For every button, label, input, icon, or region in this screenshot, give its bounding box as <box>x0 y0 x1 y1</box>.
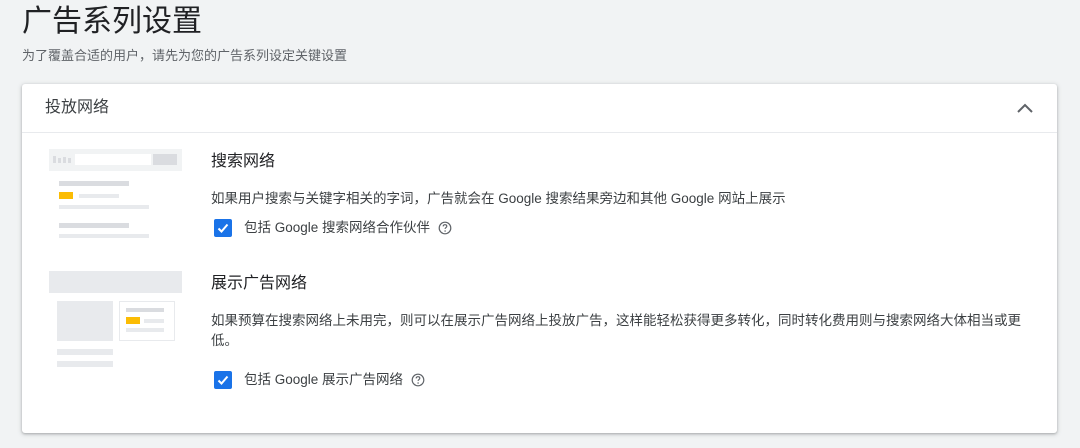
checkmark-icon <box>217 223 229 233</box>
networks-card: 投放网络 搜索网络 如果用户搜索与关键字相关的字词，广告就会在 Google 搜… <box>22 84 1057 433</box>
display-network-title: 展示广告网络 <box>211 275 308 292</box>
page-title: 广告系列设置 <box>22 5 202 38</box>
search-network-title: 搜索网络 <box>211 153 276 170</box>
card-header-title: 投放网络 <box>45 99 110 116</box>
search-partners-option[interactable]: 包括 Google 搜索网络合作伙伴 <box>214 217 452 239</box>
display-network-section: 展示广告网络 如果预算在搜索网络上未用完，则可以在展示广告网络上投放广告，这样能… <box>22 260 1057 433</box>
campaign-settings-page: 广告系列设置 为了覆盖合适的用户，请先为您的广告系列设定关键设置 投放网络 搜索… <box>0 0 1080 448</box>
display-network-illustration <box>49 271 182 377</box>
display-network-label: 包括 Google 展示广告网络 <box>244 372 404 387</box>
chevron-up-icon <box>1017 103 1033 113</box>
display-network-checkbox[interactable] <box>214 371 232 389</box>
search-partners-checkbox[interactable] <box>214 219 232 237</box>
collapse-button[interactable] <box>1011 94 1039 122</box>
help-icon[interactable] <box>438 221 452 235</box>
checkmark-icon <box>217 375 229 385</box>
search-network-description: 如果用户搜索与关键字相关的字词，广告就会在 Google 搜索结果旁边和其他 G… <box>211 191 786 206</box>
search-network-illustration <box>49 149 182 255</box>
page-subtitle: 为了覆盖合适的用户，请先为您的广告系列设定关键设置 <box>22 48 348 63</box>
help-icon[interactable] <box>411 373 425 387</box>
networks-card-header[interactable]: 投放网络 <box>22 84 1057 133</box>
search-partners-label: 包括 Google 搜索网络合作伙伴 <box>244 220 431 235</box>
display-network-description: 如果预算在搜索网络上未用完，则可以在展示广告网络上投放广告，这样能轻松获得更多转… <box>211 313 1021 348</box>
display-network-option[interactable]: 包括 Google 展示广告网络 <box>214 369 425 391</box>
